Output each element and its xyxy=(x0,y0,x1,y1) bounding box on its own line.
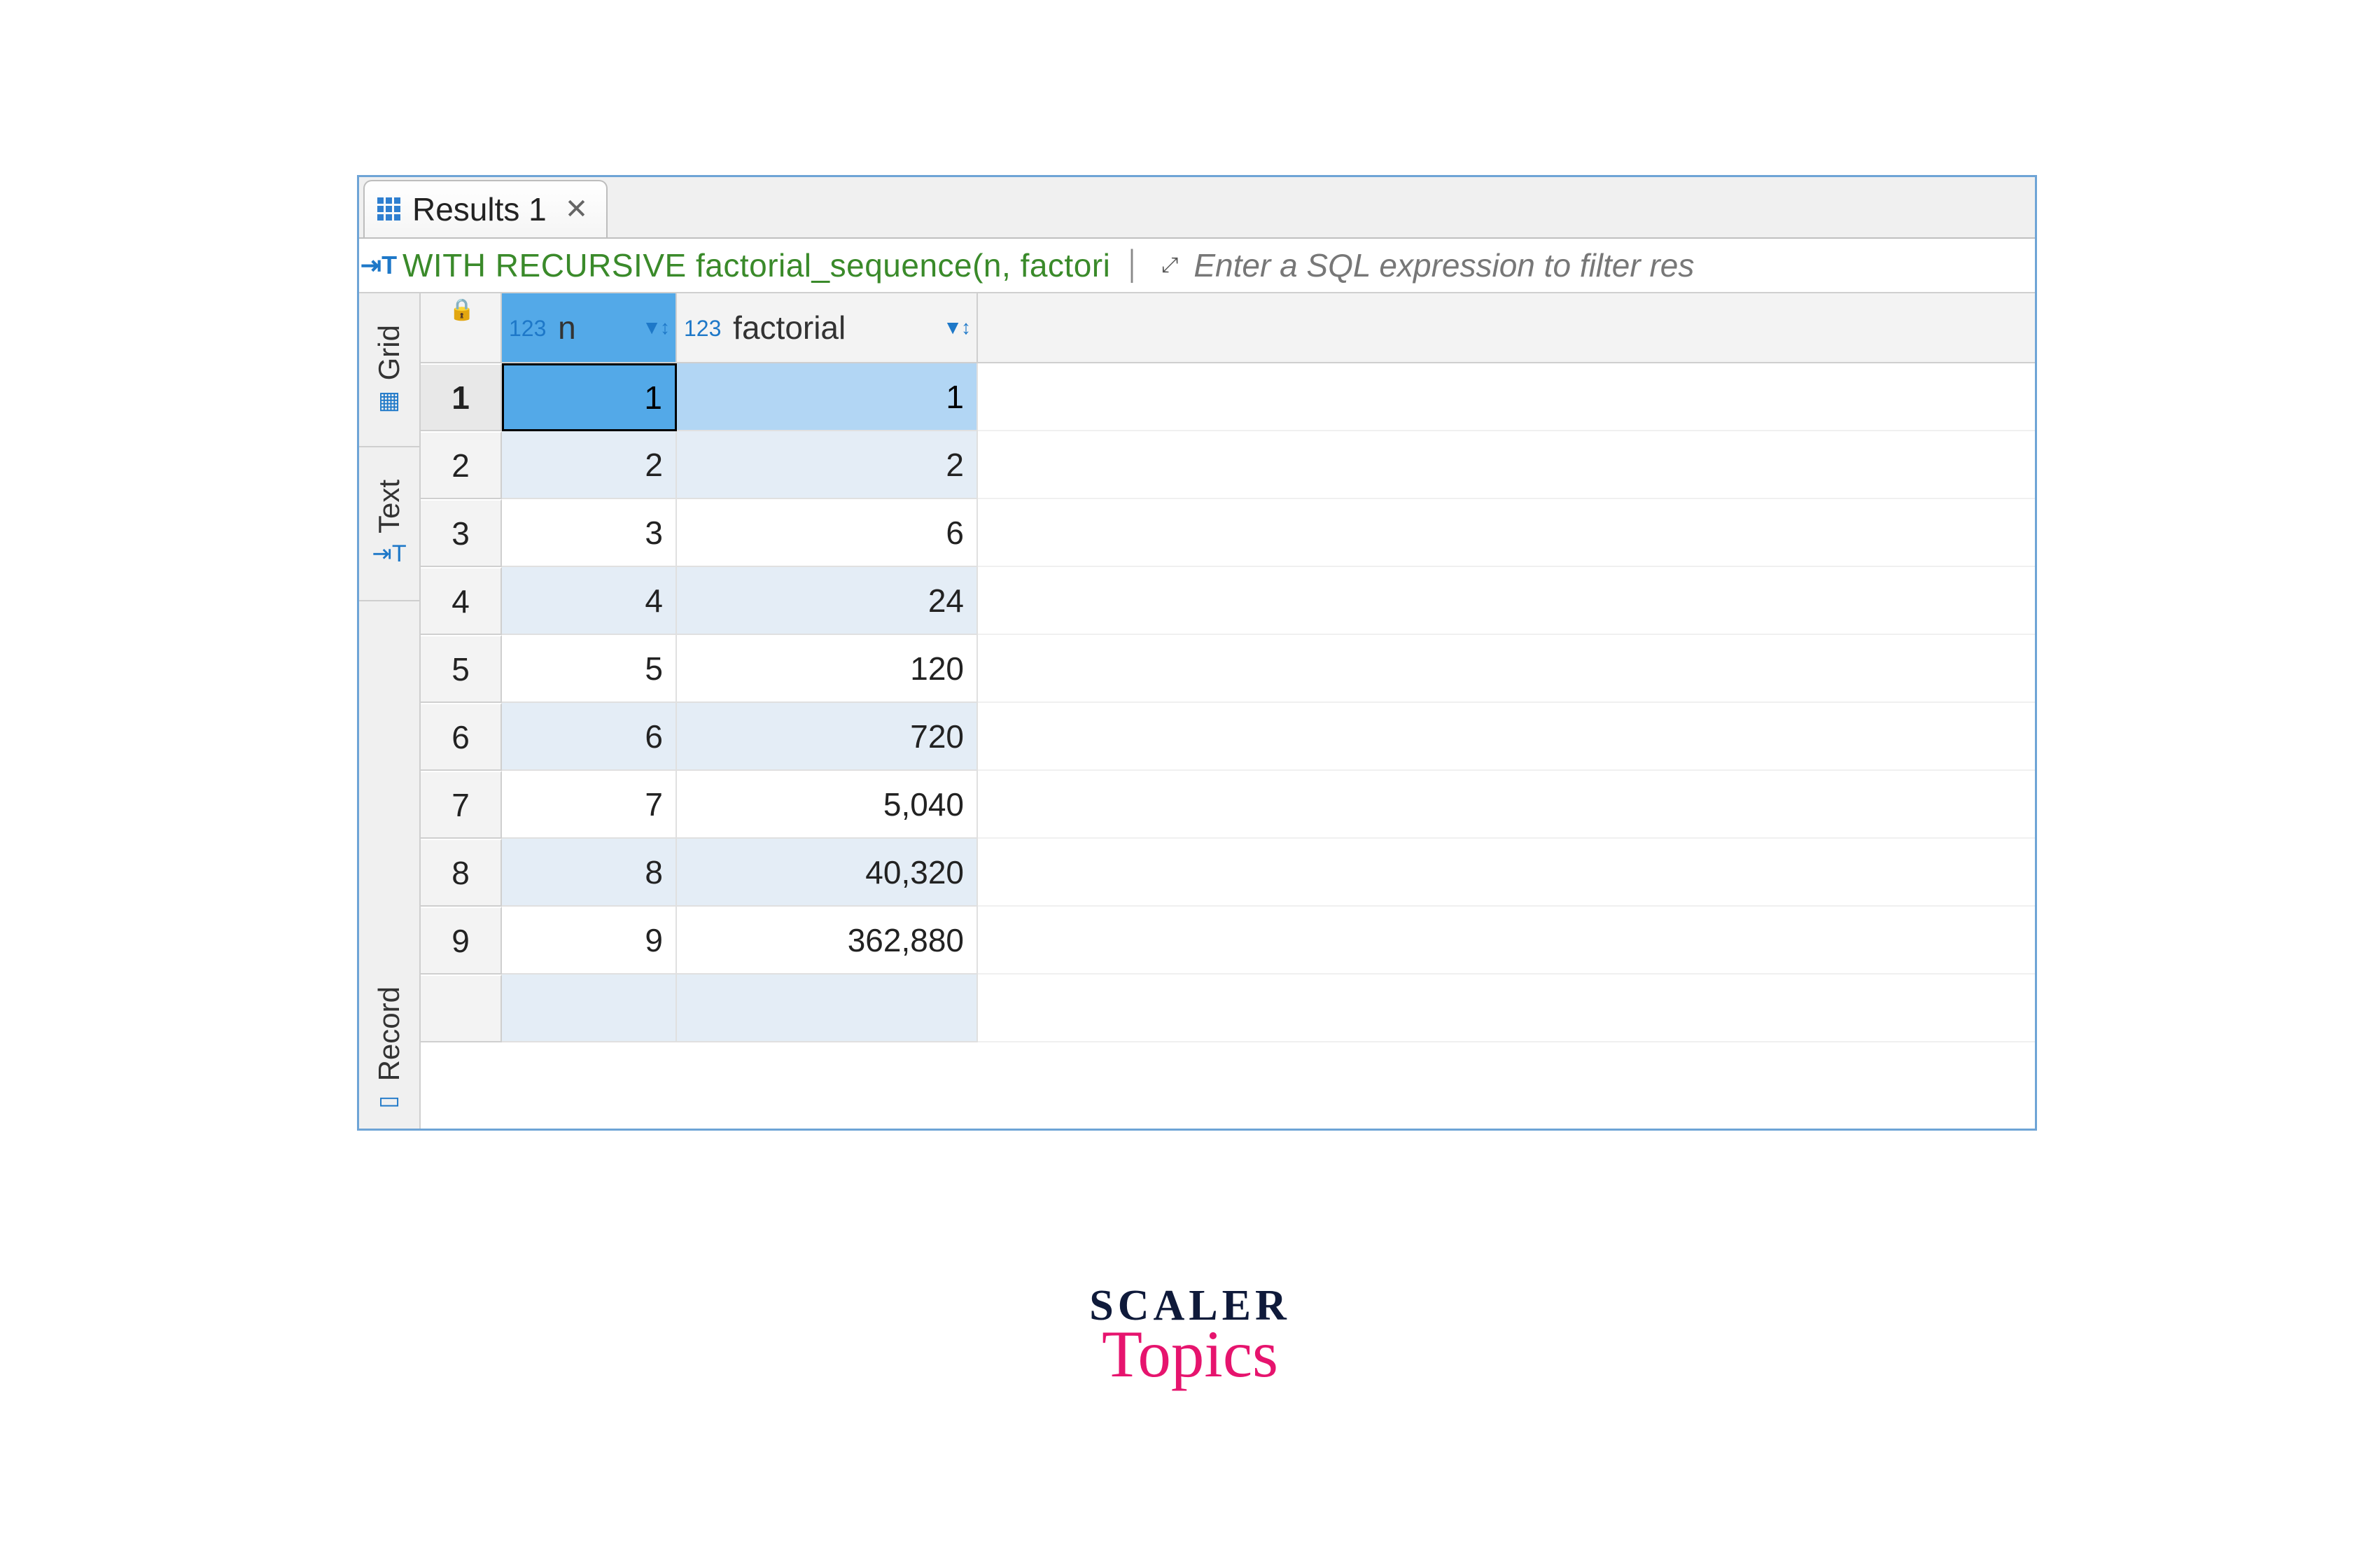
cell-factorial[interactable]: 6 xyxy=(677,499,978,567)
view-mode-tabs: Grid ▦ Text ⇥T Record ▭ xyxy=(359,293,421,1129)
empty-cell xyxy=(978,839,2035,907)
row-number[interactable]: 5 xyxy=(421,635,502,703)
lock-icon: 🔒 xyxy=(449,298,475,322)
row-number[interactable]: 7 xyxy=(421,771,502,839)
rownum-header[interactable]: 🔒 xyxy=(421,293,502,362)
cell-n[interactable]: 6 xyxy=(502,703,677,771)
record-small-icon: ▭ xyxy=(378,1087,400,1115)
row-number[interactable]: 9 xyxy=(421,907,502,975)
cell-n[interactable]: 4 xyxy=(502,567,677,635)
row-number[interactable]: 4 xyxy=(421,567,502,635)
empty-cell xyxy=(978,635,2035,703)
results-tabbar: Results 1 ✕ xyxy=(359,177,2035,239)
view-tab-grid[interactable]: Grid ▦ xyxy=(359,293,419,447)
row-number[interactable]: 6 xyxy=(421,703,502,771)
table-row[interactable]: 111 xyxy=(421,363,2035,431)
column-header-n[interactable]: 123 n ▼↕ xyxy=(502,293,677,362)
empty-cell xyxy=(978,567,2035,635)
table-row[interactable]: 775,040 xyxy=(421,771,2035,839)
filter-sort-icon[interactable]: ▼↕ xyxy=(642,316,668,339)
empty-cell xyxy=(978,703,2035,771)
cell-n[interactable]: 5 xyxy=(502,635,677,703)
results-tab[interactable]: Results 1 ✕ xyxy=(363,180,608,237)
row-number[interactable]: 8 xyxy=(421,839,502,907)
row-number[interactable]: 2 xyxy=(421,431,502,499)
grid-icon xyxy=(377,197,401,221)
data-rows: 11122233644245512066720775,0408840,32099… xyxy=(421,363,2035,1129)
empty-cell xyxy=(978,907,2035,975)
cell-factorial[interactable]: 720 xyxy=(677,703,978,771)
cell-factorial xyxy=(677,975,978,1042)
view-tab-text-label: Text xyxy=(372,480,406,533)
divider-icon: │ xyxy=(1124,250,1142,281)
cell-factorial[interactable]: 24 xyxy=(677,567,978,635)
cell-factorial[interactable]: 2 xyxy=(677,431,978,499)
table-row[interactable]: 222 xyxy=(421,431,2035,499)
view-tab-grid-label: Grid xyxy=(372,325,406,380)
cell-n[interactable]: 2 xyxy=(502,431,677,499)
table-row[interactable]: 99362,880 xyxy=(421,907,2035,975)
sql-text-icon: ⇥T xyxy=(365,251,393,279)
query-bar: ⇥T WITH RECURSIVE factorial_sequence(n, … xyxy=(359,239,2035,293)
cell-n[interactable]: 8 xyxy=(502,839,677,907)
sql-preview[interactable]: WITH RECURSIVE factorial_sequence(n, fac… xyxy=(402,246,1110,284)
table-row[interactable]: 66720 xyxy=(421,703,2035,771)
empty-cell xyxy=(978,431,2035,499)
cell-factorial[interactable]: 1 xyxy=(677,363,978,431)
cell-n[interactable]: 7 xyxy=(502,771,677,839)
table-row[interactable]: 55120 xyxy=(421,635,2035,703)
type-numeric-icon: 123 xyxy=(684,316,721,341)
text-small-icon: ⇥T xyxy=(372,540,406,568)
row-number[interactable]: 3 xyxy=(421,499,502,567)
type-numeric-icon: 123 xyxy=(509,316,546,341)
view-tab-record-label: Record xyxy=(372,986,406,1081)
data-grid: 🔒 123 n ▼↕ 123 factorial xyxy=(421,293,2035,1129)
empty-cell xyxy=(978,499,2035,567)
close-icon[interactable]: ✕ xyxy=(565,193,589,225)
cell-n xyxy=(502,975,677,1042)
table-row[interactable]: 8840,320 xyxy=(421,839,2035,907)
column-n-label: n xyxy=(558,309,576,346)
row-number xyxy=(421,975,502,1042)
row-number[interactable]: 1 xyxy=(421,363,502,431)
cell-factorial[interactable]: 362,880 xyxy=(677,907,978,975)
view-tab-text[interactable]: Text ⇥T xyxy=(359,447,419,601)
empty-cell xyxy=(978,363,2035,431)
cell-n[interactable]: 9 xyxy=(502,907,677,975)
scaler-watermark: SCALER Topics xyxy=(1089,1281,1291,1392)
cell-n[interactable]: 1 xyxy=(502,363,677,431)
table-row[interactable]: 336 xyxy=(421,499,2035,567)
empty-cell xyxy=(978,771,2035,839)
results-tab-label: Results 1 xyxy=(412,190,547,228)
expand-icon[interactable]: ⤢ xyxy=(1156,251,1184,279)
filter-input[interactable]: Enter a SQL expression to filter res xyxy=(1194,246,1694,284)
cell-factorial[interactable]: 120 xyxy=(677,635,978,703)
cell-factorial[interactable]: 5,040 xyxy=(677,771,978,839)
cell-factorial[interactable]: 40,320 xyxy=(677,839,978,907)
results-panel: Results 1 ✕ ⇥T WITH RECURSIVE factorial_… xyxy=(357,175,2037,1131)
column-header-factorial[interactable]: 123 factorial ▼↕ xyxy=(677,293,978,362)
table-row-empty xyxy=(421,975,2035,1042)
view-tab-record[interactable]: Record ▭ xyxy=(359,601,419,1129)
column-factorial-label: factorial xyxy=(733,309,846,346)
table-row[interactable]: 4424 xyxy=(421,567,2035,635)
empty-cell xyxy=(978,975,2035,1042)
watermark-line2: Topics xyxy=(1089,1315,1291,1392)
column-header-row: 🔒 123 n ▼↕ 123 factorial xyxy=(421,293,2035,363)
cell-n[interactable]: 3 xyxy=(502,499,677,567)
grid-small-icon: ▦ xyxy=(378,386,400,414)
filter-sort-icon[interactable]: ▼↕ xyxy=(943,316,969,339)
